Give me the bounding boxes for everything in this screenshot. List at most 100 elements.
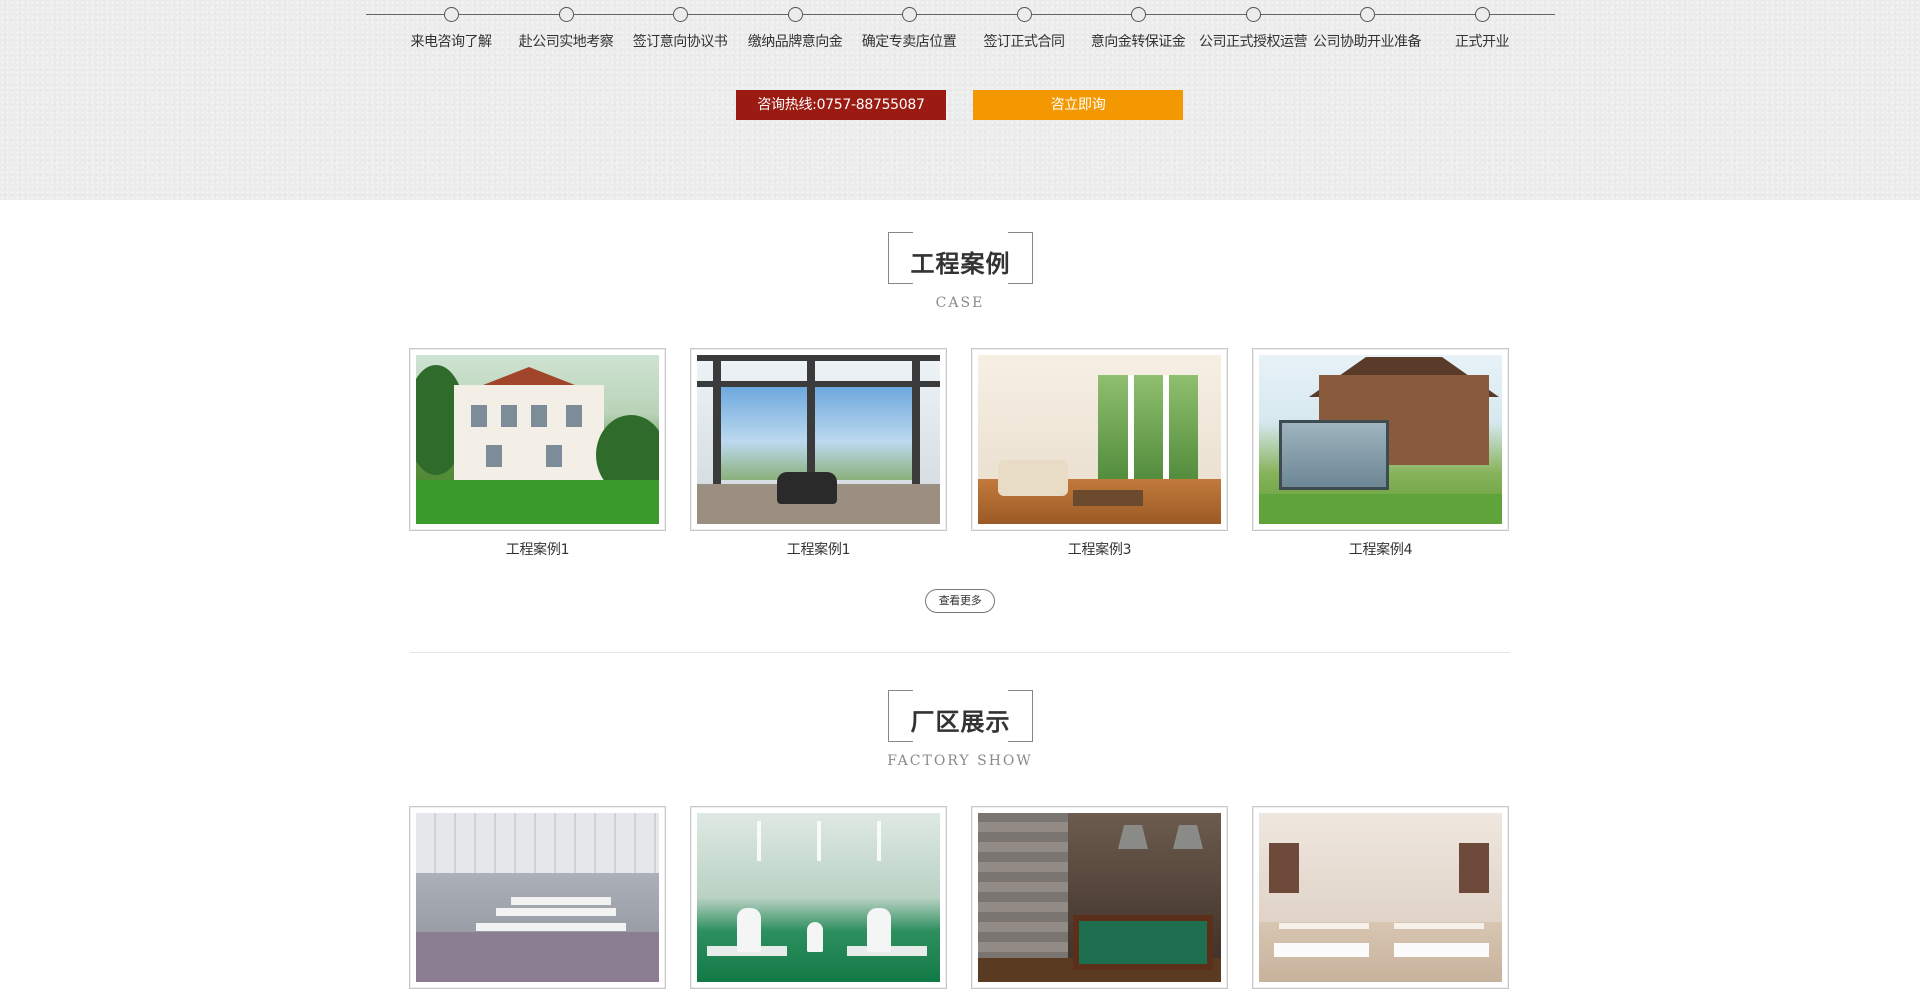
cases-section-title: 工程案例 — [888, 231, 1033, 285]
case-card-4[interactable]: 工程案例4 — [1252, 348, 1509, 559]
step-label: 确定专卖店位置 — [861, 34, 957, 50]
factory-card-3[interactable] — [971, 806, 1228, 989]
factory-title-text: 厂区展示 — [910, 708, 1011, 736]
window-shape — [501, 405, 517, 427]
lawn-shape — [1259, 494, 1502, 524]
light-shape — [757, 821, 761, 861]
case-caption[interactable]: 工程案例4 — [1252, 539, 1509, 559]
case-card-2[interactable]: 工程案例1 — [690, 348, 947, 559]
sunroom-photo — [1259, 355, 1502, 524]
living-room-photo — [978, 355, 1221, 524]
sunroom-glass-shape — [1279, 420, 1389, 490]
factory-card-4[interactable] — [1252, 806, 1509, 989]
billiard-room-photo — [978, 813, 1221, 982]
case-caption[interactable]: 工程案例3 — [971, 539, 1228, 559]
step-dot-icon — [1360, 7, 1375, 22]
beam-shape — [697, 381, 940, 387]
factory-section-title: 厂区展示 — [888, 689, 1033, 743]
window-shape — [531, 405, 547, 427]
table-shape — [1073, 490, 1143, 506]
cases-subtitle: CASE — [935, 295, 985, 311]
step-dot-icon — [902, 7, 917, 22]
chairs-shape — [1394, 943, 1489, 957]
step-label: 正式开业 — [1455, 34, 1510, 50]
factory-image-frame[interactable] — [409, 806, 666, 989]
worker-shape — [737, 908, 761, 952]
step-dot-icon — [673, 7, 688, 22]
office-photo — [416, 813, 659, 982]
table-row-shape — [1279, 923, 1369, 929]
table-row-shape — [1394, 923, 1484, 929]
step-dot-icon — [444, 7, 459, 22]
step-dot-icon — [788, 7, 803, 22]
case-image-frame[interactable] — [409, 348, 666, 531]
light-shape — [877, 821, 881, 861]
case-image-frame[interactable] — [1252, 348, 1509, 531]
step-label: 签订意向协议书 — [632, 34, 728, 50]
window-shape — [566, 405, 582, 427]
window-shape — [486, 445, 502, 467]
beam-shape — [697, 355, 940, 361]
step-label: 公司正式授权运营 — [1199, 34, 1308, 50]
factory-image-frame[interactable] — [1252, 806, 1509, 989]
timeline-line — [366, 14, 1555, 15]
desk-shape — [496, 908, 616, 916]
step-dot-icon — [1017, 7, 1032, 22]
factory-card-1[interactable] — [409, 806, 666, 989]
factory-image-frame[interactable] — [971, 806, 1228, 989]
desk-shape — [476, 923, 626, 931]
step-dot-icon — [1475, 7, 1490, 22]
step-dot-icon — [559, 7, 574, 22]
garden-door-shape — [1098, 375, 1198, 485]
worker-shape — [807, 922, 823, 952]
villa-photo — [416, 355, 659, 524]
desk-shape — [511, 897, 611, 905]
case-card-1[interactable]: 工程案例1 — [409, 348, 666, 559]
worker-shape — [867, 908, 891, 952]
house-shape — [454, 385, 604, 480]
case-caption[interactable]: 工程案例1 — [409, 539, 666, 559]
stone-wall-shape — [978, 813, 1068, 982]
floor-shape — [416, 932, 659, 982]
join-process-band: 来电咨询了解 赴公司实地考察 签订意向协议书 缴纳品牌意向金 确定专卖店位置 签… — [0, 0, 1920, 200]
factory-card-2[interactable] — [690, 806, 947, 989]
step-label: 公司协助开业准备 — [1313, 34, 1422, 50]
light-shape — [817, 821, 821, 861]
case-image-frame[interactable] — [971, 348, 1228, 531]
door-frame-shape — [1163, 375, 1169, 485]
case-image-frame[interactable] — [690, 348, 947, 531]
step-label: 意向金转保证金 — [1090, 34, 1186, 50]
wall-panel-shape — [1459, 843, 1489, 893]
billiard-table-shape — [1073, 915, 1213, 970]
step-dot-icon — [1131, 7, 1146, 22]
lamp-shape — [1118, 825, 1148, 849]
case-card-3[interactable]: 工程案例3 — [971, 348, 1228, 559]
sofa-shape — [998, 460, 1068, 496]
sky-shape — [717, 385, 917, 480]
step-label: 签订正式合同 — [983, 34, 1066, 50]
cleanroom-photo — [697, 813, 940, 982]
window-shape — [471, 405, 487, 427]
canteen-photo — [1259, 813, 1502, 982]
lamp-shape — [1173, 825, 1203, 849]
factory-image-frame[interactable] — [690, 806, 947, 989]
glass-room-photo — [697, 355, 940, 524]
factory-subtitle: FACTORY SHOW — [887, 753, 1033, 769]
consult-now-button[interactable]: 咨立即询 — [973, 90, 1183, 120]
section-divider — [410, 652, 1510, 653]
view-more-button[interactable]: 查看更多 — [925, 589, 995, 613]
door-frame-shape — [1128, 375, 1134, 485]
hotline-button[interactable]: 咨询热线:0757-88755087 — [736, 90, 946, 120]
ceiling-shape — [416, 813, 659, 873]
cases-title-text: 工程案例 — [910, 250, 1011, 278]
wall-panel-shape — [1269, 843, 1299, 893]
case-caption[interactable]: 工程案例1 — [690, 539, 947, 559]
step-dot-icon — [1246, 7, 1261, 22]
lawn-shape — [416, 480, 659, 524]
step-label: 缴纳品牌意向金 — [747, 34, 843, 50]
window-shape — [546, 445, 562, 467]
chairs-shape — [1274, 943, 1369, 957]
step-label: 来电咨询了解 — [410, 34, 493, 50]
chair-shape — [777, 472, 837, 504]
step-label: 赴公司实地考察 — [518, 34, 614, 50]
